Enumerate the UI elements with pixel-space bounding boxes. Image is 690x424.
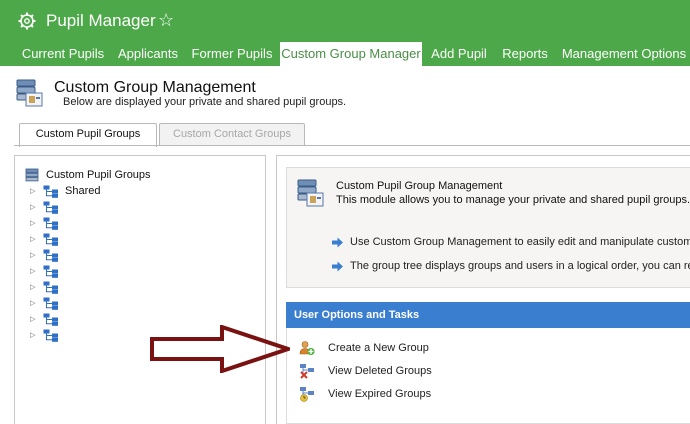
group-hierarchy-icon — [43, 185, 58, 198]
group-hierarchy-icon — [43, 233, 58, 246]
tree-node[interactable]: ▷ — [30, 248, 180, 264]
tree-node[interactable]: ▷ Shared — [30, 184, 180, 200]
task-label[interactable]: View Deleted Groups — [328, 365, 432, 377]
expand-arrow-icon[interactable]: ▷ — [30, 267, 35, 275]
tree-node[interactable]: ▷ — [30, 216, 180, 232]
tree-node-label[interactable]: Shared — [65, 185, 100, 197]
nav-tab-former-pupils[interactable]: Former Pupils — [186, 42, 278, 66]
group-hierarchy-icon — [43, 297, 58, 310]
options-header: User Options and Tasks — [286, 302, 690, 328]
group-hierarchy-icon — [43, 313, 58, 326]
expand-arrow-icon[interactable]: ▷ — [30, 203, 35, 211]
nav-tab-current-pupils[interactable]: Current Pupils — [16, 42, 110, 66]
arrow-right-icon — [332, 237, 343, 248]
expand-arrow-icon[interactable]: ▷ — [30, 315, 35, 323]
task-label[interactable]: View Expired Groups — [328, 388, 431, 400]
nav-tab-reports[interactable]: Reports — [496, 42, 554, 66]
add-group-icon — [299, 341, 315, 356]
nav-tab-add-pupil[interactable]: Add Pupil — [424, 42, 494, 66]
annotation-arrow-icon — [150, 325, 290, 373]
expand-arrow-icon[interactable]: ▷ — [30, 187, 35, 195]
group-hierarchy-icon — [43, 265, 58, 278]
gear-icon[interactable] — [18, 12, 36, 30]
group-hierarchy-icon — [43, 201, 58, 214]
info-title: Custom Pupil Group Management — [336, 180, 503, 192]
deleted-groups-icon — [300, 364, 314, 379]
main-nav: Current Pupils Applicants Former Pupils … — [0, 42, 690, 66]
tree-node[interactable]: ▷ — [30, 232, 180, 248]
tree-node[interactable]: ▷ — [30, 280, 180, 296]
info-bullet: The group tree displays groups and users… — [331, 260, 690, 276]
expand-arrow-icon[interactable]: ▷ — [30, 235, 35, 243]
nav-tab-management-options[interactable]: Management Options — [558, 42, 690, 66]
group-hierarchy-icon — [43, 281, 58, 294]
nav-tab-applicants[interactable]: Applicants — [110, 42, 186, 66]
info-description: This module allows you to manage your pr… — [336, 194, 690, 206]
nav-tab-custom-group-manager[interactable]: Custom Group Manager — [280, 42, 422, 66]
expand-arrow-icon[interactable]: ▷ — [30, 299, 35, 307]
create-new-group-link[interactable]: Create a New Group — [299, 340, 499, 356]
app-header: Pupil Manager ☆ — [0, 0, 690, 42]
app-title: Pupil Manager — [46, 11, 156, 30]
arrow-right-icon — [332, 261, 343, 272]
group-hierarchy-icon — [43, 329, 58, 342]
expand-arrow-icon[interactable]: ▷ — [30, 251, 35, 259]
view-deleted-groups-link[interactable]: View Deleted Groups — [299, 363, 499, 379]
view-expired-groups-link[interactable]: View Expired Groups — [299, 386, 499, 402]
star-outline-icon[interactable]: ☆ — [158, 10, 174, 30]
group-hierarchy-icon — [43, 249, 58, 262]
page-title: Custom Group Management — [54, 79, 256, 96]
info-bullet-text: The group tree displays groups and users… — [350, 260, 690, 272]
task-label[interactable]: Create a New Group — [328, 342, 429, 354]
expired-groups-icon — [300, 387, 314, 402]
tree-root-label[interactable]: Custom Pupil Groups — [46, 169, 151, 181]
subtabs-divider — [14, 145, 690, 146]
subtab-custom-contact-groups[interactable]: Custom Contact Groups — [159, 123, 305, 146]
group-hierarchy-icon — [43, 217, 58, 230]
info-bullet-text: Use Custom Group Management to easily ed… — [350, 236, 690, 248]
page-subtitle: Below are displayed your private and sha… — [63, 96, 347, 108]
subtab-custom-pupil-groups[interactable]: Custom Pupil Groups — [19, 123, 157, 147]
expand-arrow-icon[interactable]: ▷ — [30, 219, 35, 227]
info-bullet: Use Custom Group Management to easily ed… — [331, 236, 690, 252]
tree-node[interactable]: ▷ — [30, 200, 180, 216]
tree-node[interactable]: ▷ — [30, 264, 180, 280]
server-group-icon — [16, 79, 43, 107]
expand-arrow-icon[interactable]: ▷ — [30, 331, 35, 339]
server-icon — [25, 168, 39, 182]
expand-arrow-icon[interactable]: ▷ — [30, 283, 35, 291]
tree-node[interactable]: ▷ — [30, 296, 180, 312]
server-group-icon — [297, 179, 324, 207]
